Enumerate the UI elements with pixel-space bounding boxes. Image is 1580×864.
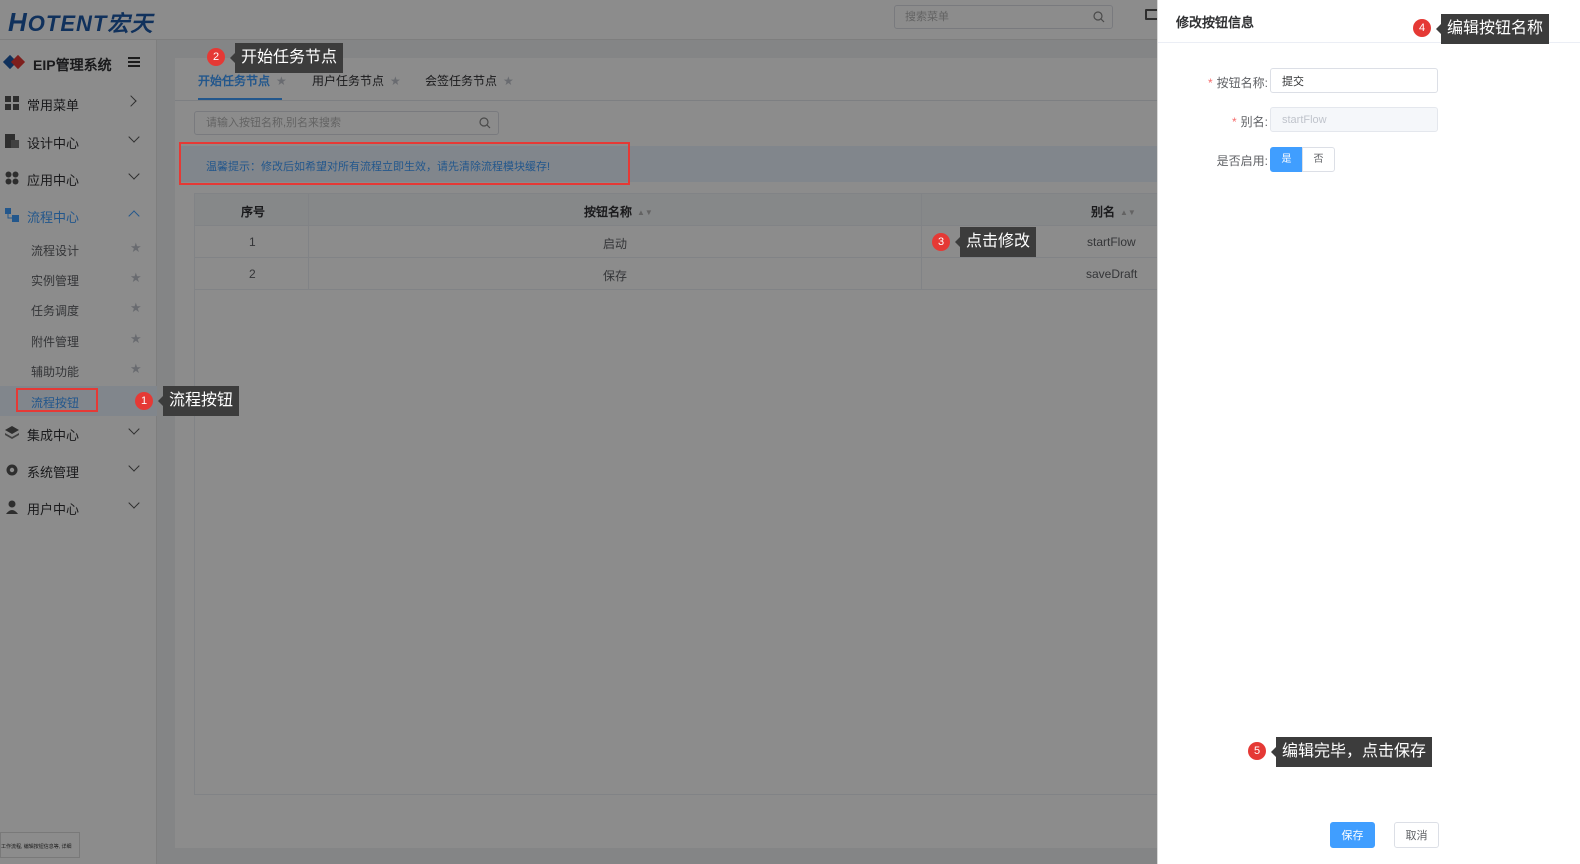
step-badge: 4 <box>1413 19 1431 37</box>
enabled-yes-radio[interactable]: 是 <box>1270 147 1303 172</box>
enabled-label: 是否启用: <box>1216 154 1268 168</box>
step-badge: 1 <box>135 392 153 410</box>
step-badge: 3 <box>932 233 950 251</box>
button-name-label: * 按钮名称: <box>1207 76 1268 90</box>
alias-label: * 别名: <box>1231 115 1268 129</box>
step-callout: 流程按钮 <box>157 386 240 416</box>
edit-button-drawer: 修改按钮信息 *按钮名称: *别名: 是否启用: 是 否 保存 取消 <box>1157 0 1580 864</box>
step-badge: 5 <box>1248 742 1266 760</box>
button-name-input[interactable] <box>1270 68 1438 93</box>
cancel-button[interactable]: 取消 <box>1394 822 1439 848</box>
drawer-title: 修改按钮信息 <box>1176 15 1255 30</box>
step-callout: 开始任务节点 <box>229 43 344 73</box>
step-callout: 编辑按钮名称 <box>1435 14 1550 44</box>
highlight-box <box>179 142 630 185</box>
enabled-no-radio[interactable]: 否 <box>1302 147 1335 172</box>
step-callout: 点击修改 <box>954 227 1037 257</box>
save-button[interactable]: 保存 <box>1330 822 1375 848</box>
step-badge: 2 <box>207 48 225 66</box>
step-callout: 编辑完毕，点击保存 <box>1270 737 1433 767</box>
highlight-box <box>16 388 98 412</box>
alias-input <box>1270 107 1438 132</box>
